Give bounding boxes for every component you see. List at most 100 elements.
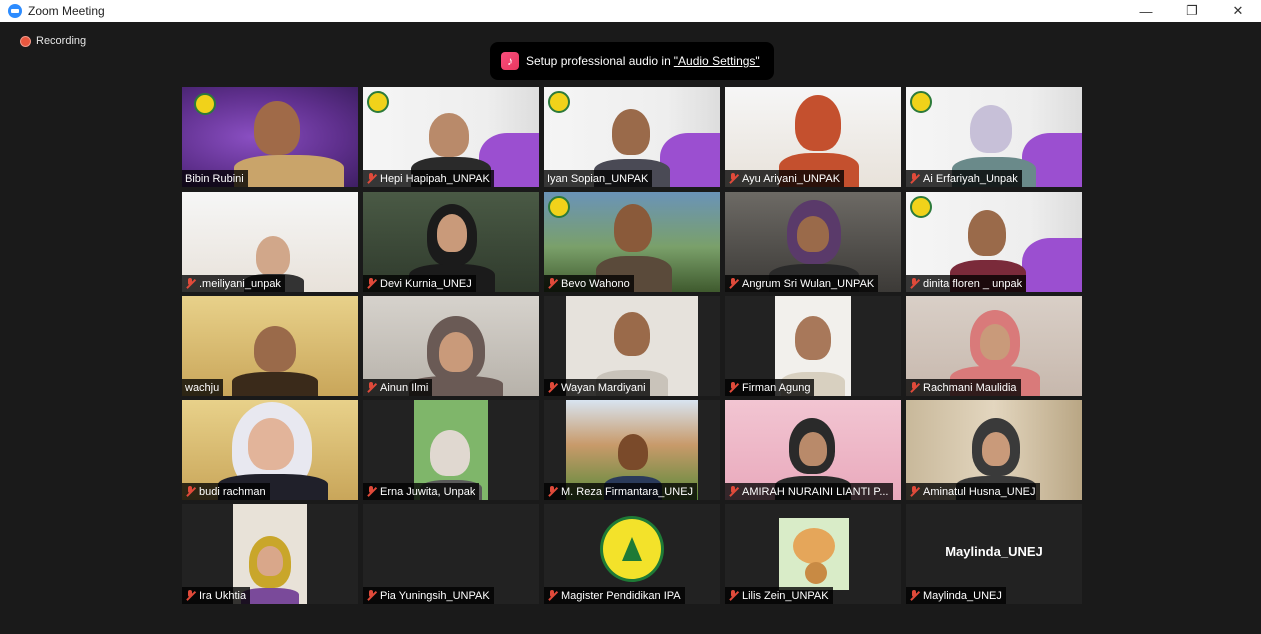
- university-logo-icon: [910, 196, 932, 218]
- participant-name: Rachmani Maulidia: [923, 381, 1017, 394]
- mic-muted-icon: [547, 590, 558, 601]
- participant-tile[interactable]: Lilis Zein_UNPAK: [725, 504, 901, 604]
- meeting-stage: Recording ♪ Setup professional audio in …: [8, 22, 1253, 634]
- participant-name: dinita floren _ unpak: [923, 277, 1023, 290]
- participant-tile[interactable]: budi rachman: [182, 400, 358, 500]
- participant-name: Angrum Sri Wulan_UNPAK: [742, 277, 875, 290]
- participant-name: Wayan Mardiyani: [561, 381, 646, 394]
- university-seal-icon: [600, 516, 664, 582]
- participant-tile[interactable]: Ira Ukhtia: [182, 504, 358, 604]
- recording-label: Recording: [36, 35, 87, 47]
- music-note-icon: ♪: [501, 52, 519, 70]
- participant-video: [795, 316, 831, 360]
- participant-tile[interactable]: Rachmani Maulidia: [906, 296, 1082, 396]
- nameplate: Wayan Mardiyani: [544, 379, 650, 396]
- participant-tile[interactable]: Aminatul Husna_UNEJ: [906, 400, 1082, 500]
- koala-avatar-icon: [779, 518, 849, 590]
- mic-muted-icon: [909, 382, 920, 393]
- participant-tile[interactable]: Bevo Wahono: [544, 192, 720, 292]
- participant-tile[interactable]: Ayu Ariyani_UNPAK: [725, 87, 901, 187]
- nameplate: .meiliyani_unpak: [182, 275, 285, 292]
- participant-tile[interactable]: AMIRAH NURAINI LIANTI P...: [725, 400, 901, 500]
- participant-video: [614, 312, 650, 356]
- university-logo-icon: [194, 93, 216, 115]
- participant-video: [614, 204, 652, 252]
- participant-tile[interactable]: Angrum Sri Wulan_UNPAK: [725, 192, 901, 292]
- nameplate: Rachmani Maulidia: [906, 379, 1021, 396]
- nameplate: Erna Juwita, Unpak: [363, 483, 480, 500]
- participant-name: Devi Kurnia_UNEJ: [380, 277, 472, 290]
- participant-tile[interactable]: Bibin Rubini: [182, 87, 358, 187]
- participant-tile[interactable]: Magister Pendidikan IPA: [544, 504, 720, 604]
- nameplate: AMIRAH NURAINI LIANTI P...: [725, 483, 893, 500]
- participant-name: Magister Pendidikan IPA: [561, 589, 681, 602]
- mic-muted-icon: [366, 173, 377, 184]
- minimize-button[interactable]: —: [1123, 0, 1169, 22]
- mic-muted-icon: [366, 382, 377, 393]
- nameplate: wachju: [182, 379, 224, 396]
- nameplate: Ira Ukhtia: [182, 587, 251, 604]
- participant-tile-active-speaker[interactable]: Iyan Sopian_UNPAK: [544, 87, 720, 187]
- participant-video: [618, 434, 648, 470]
- participant-name: Bibin Rubini: [185, 172, 244, 185]
- participant-tile[interactable]: Hepi Hapipah_UNPAK: [363, 87, 539, 187]
- nameplate: Magister Pendidikan IPA: [544, 587, 685, 604]
- participant-video: [256, 236, 290, 276]
- mic-muted-icon: [728, 590, 739, 601]
- participant-tile[interactable]: wachju: [182, 296, 358, 396]
- nameplate: Angrum Sri Wulan_UNPAK: [725, 275, 879, 292]
- recording-indicator[interactable]: Recording: [20, 35, 86, 47]
- participant-name: Aminatul Husna_UNEJ: [923, 485, 1036, 498]
- participant-video: [430, 430, 470, 476]
- nameplate: Lilis Zein_UNPAK: [725, 587, 833, 604]
- participant-tile[interactable]: Erna Juwita, Unpak: [363, 400, 539, 500]
- mic-muted-icon: [547, 486, 558, 497]
- nameplate: Pia Yuningsih_UNPAK: [363, 587, 494, 604]
- participant-name: Pia Yuningsih_UNPAK: [380, 589, 490, 602]
- nameplate: Firman Agung: [725, 379, 815, 396]
- nameplate: dinita floren _ unpak: [906, 275, 1027, 292]
- participant-tile[interactable]: .meiliyani_unpak: [182, 192, 358, 292]
- mic-muted-icon: [547, 278, 558, 289]
- participant-name: Erna Juwita, Unpak: [380, 485, 476, 498]
- participant-name: Ayu Ariyani_UNPAK: [742, 172, 841, 185]
- participant-name: Lilis Zein_UNPAK: [742, 589, 829, 602]
- participant-tile[interactable]: Maylinda_UNEJ Maylinda_UNEJ: [906, 504, 1082, 604]
- window-title: Zoom Meeting: [28, 4, 105, 18]
- mic-muted-icon: [366, 590, 377, 601]
- restore-button[interactable]: ❐: [1169, 0, 1215, 22]
- participant-name: Hepi Hapipah_UNPAK: [380, 172, 490, 185]
- mic-muted-icon: [909, 278, 920, 289]
- participant-tile[interactable]: Ainun Ilmi: [363, 296, 539, 396]
- participant-tile[interactable]: Devi Kurnia_UNEJ: [363, 192, 539, 292]
- mic-muted-icon: [728, 278, 739, 289]
- mic-muted-icon: [547, 382, 558, 393]
- participant-tile[interactable]: Firman Agung: [725, 296, 901, 396]
- participant-video: [612, 109, 650, 155]
- nameplate: Iyan Sopian_UNPAK: [544, 170, 653, 187]
- audio-settings-link[interactable]: "Audio Settings": [674, 54, 760, 68]
- participant-tile[interactable]: Pia Yuningsih_UNPAK: [363, 504, 539, 604]
- participant-tile[interactable]: Wayan Mardiyani: [544, 296, 720, 396]
- participant-tile[interactable]: M. Reza Firmantara_UNEJ: [544, 400, 720, 500]
- nameplate: M. Reza Firmantara_UNEJ: [544, 483, 698, 500]
- university-logo-icon: [910, 91, 932, 113]
- close-button[interactable]: ✕: [1215, 0, 1261, 22]
- participant-tile[interactable]: dinita floren _ unpak: [906, 192, 1082, 292]
- participant-name: Firman Agung: [742, 381, 811, 394]
- mic-muted-icon: [185, 486, 196, 497]
- participant-name: .meiliyani_unpak: [199, 277, 281, 290]
- participant-name: Bevo Wahono: [561, 277, 630, 290]
- nameplate: Bibin Rubini: [182, 170, 248, 187]
- audio-setup-banner: ♪ Setup professional audio in "Audio Set…: [490, 42, 774, 80]
- nameplate: Maylinda_UNEJ: [906, 587, 1006, 604]
- university-logo-icon: [548, 91, 570, 113]
- mic-muted-icon: [909, 173, 920, 184]
- recording-dot-icon: [20, 35, 31, 47]
- nameplate: Hepi Hapipah_UNPAK: [363, 170, 494, 187]
- participant-tile[interactable]: Ai Erfariyah_Unpak: [906, 87, 1082, 187]
- nameplate: Aminatul Husna_UNEJ: [906, 483, 1040, 500]
- nameplate: Bevo Wahono: [544, 275, 634, 292]
- university-logo-icon: [548, 196, 570, 218]
- window-controls: — ❐ ✕: [1123, 0, 1261, 22]
